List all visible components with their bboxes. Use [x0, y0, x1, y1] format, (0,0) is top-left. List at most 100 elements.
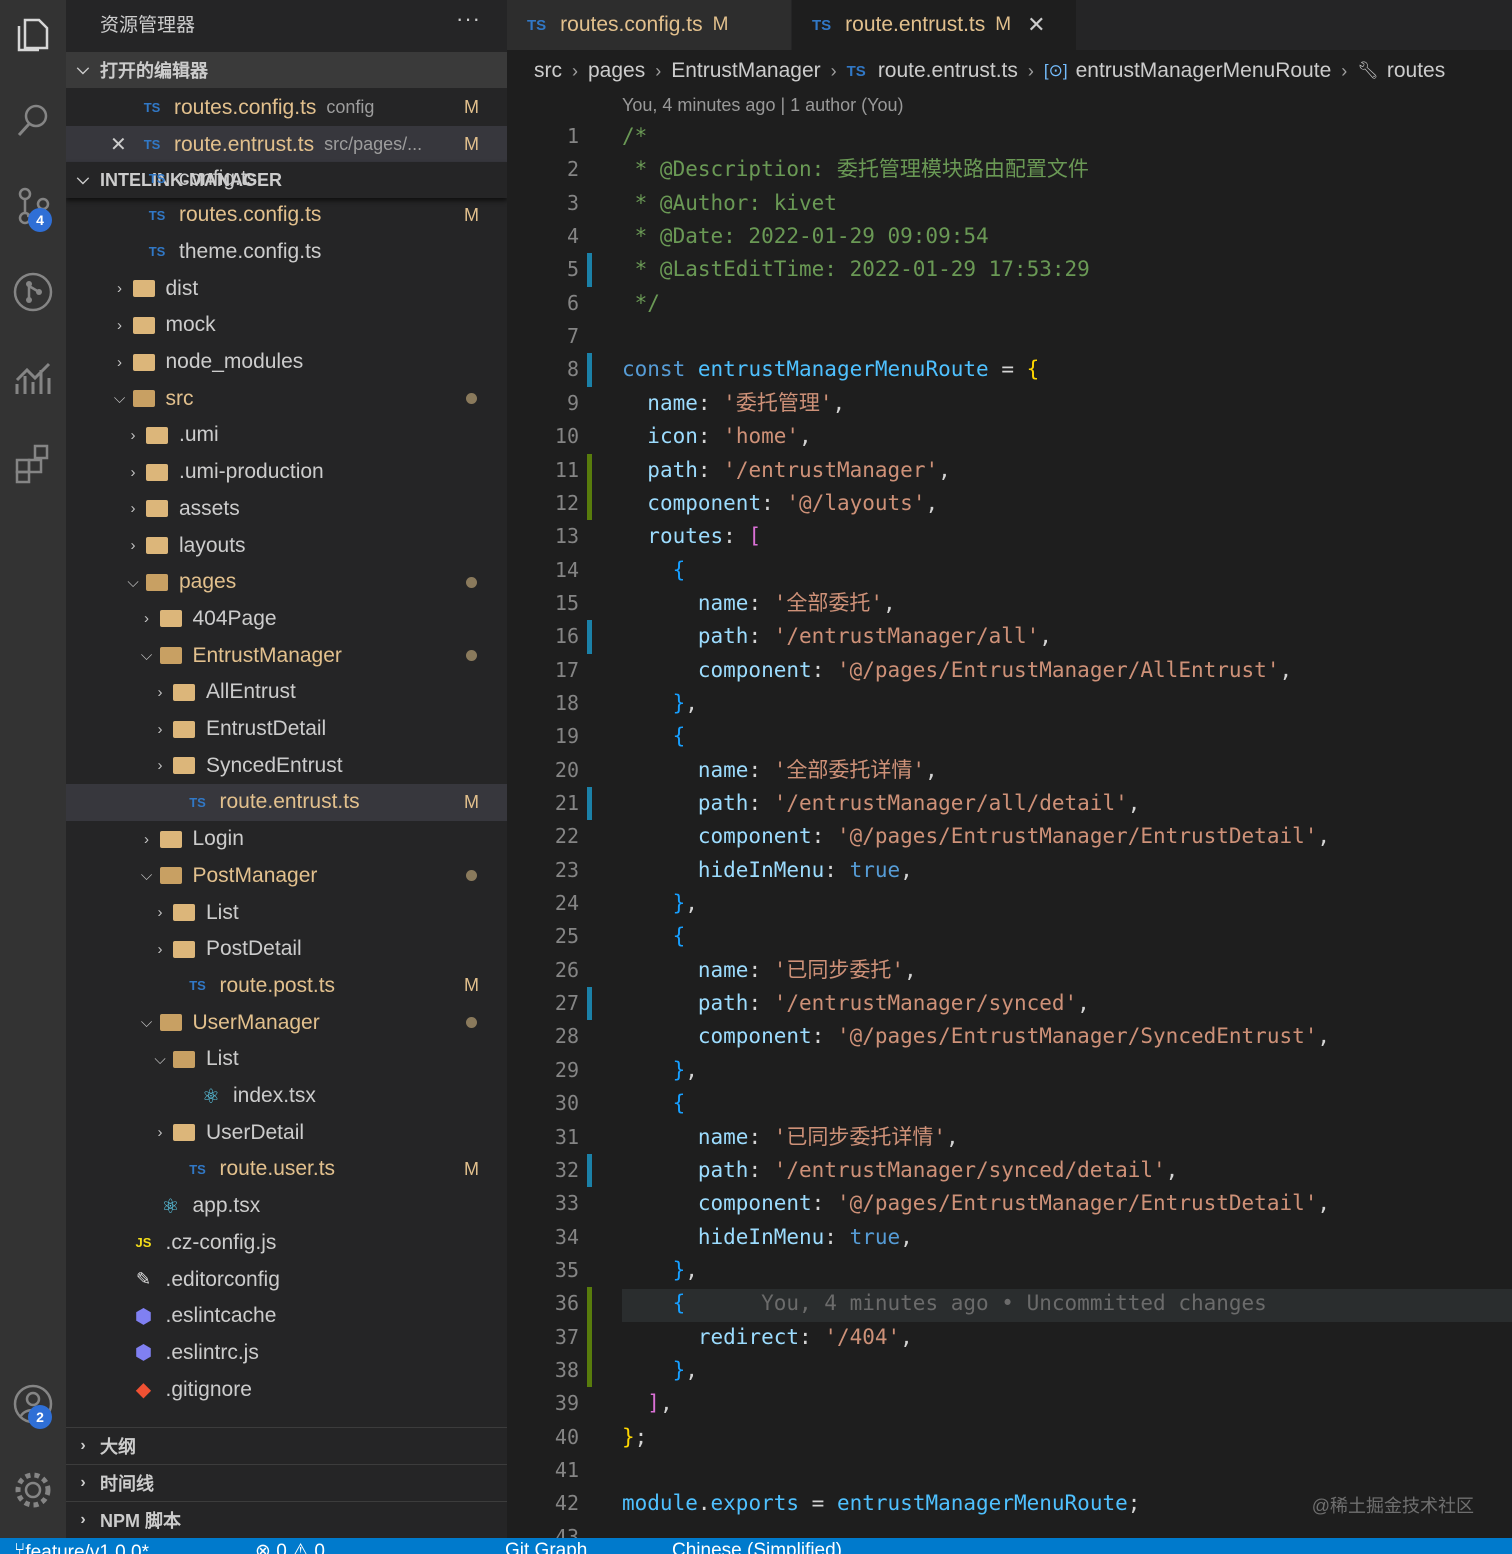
tree-folder[interactable]: ⌵ PostManager [66, 857, 507, 894]
folder-icon [173, 720, 195, 738]
tree-folder[interactable]: › PostDetail [66, 931, 507, 968]
diff-gutter-marker[interactable] [587, 253, 592, 287]
tree-file[interactable]: TS routes.config.ts M [66, 197, 507, 234]
tree-folder[interactable]: › EntrustDetail [66, 711, 507, 748]
git-graph-button[interactable]: Git Graph [505, 1540, 587, 1554]
close-icon[interactable]: ✕ [110, 132, 127, 157]
tree-file[interactable]: TS route.post.ts M [66, 967, 507, 1004]
line-number: 10 [554, 424, 579, 449]
tree-folder[interactable]: ⌵ pages [66, 564, 507, 601]
npm-scripts-label: NPM 脚本 [100, 1510, 181, 1531]
problems-indicator[interactable]: ⊗ 0 ⚠ 0 [255, 1540, 325, 1554]
more-actions-icon[interactable]: ··· [456, 6, 481, 32]
modified-dot [466, 650, 477, 662]
breadcrumb-item[interactable]: route.entrust.ts [878, 59, 1018, 83]
diff-gutter-marker[interactable] [587, 1287, 592, 1321]
tree-folder[interactable]: › dist [66, 270, 507, 307]
tab-routes-config[interactable]: TS routes.config.ts M [507, 0, 792, 50]
tree-file[interactable]: TS theme.config.ts [66, 233, 507, 270]
tree-file[interactable]: ⬢ .eslintcache [66, 1298, 507, 1335]
breadcrumb-item[interactable]: src [534, 59, 562, 83]
tree-item-label: route.user.ts [219, 1157, 336, 1181]
diff-gutter-marker[interactable] [587, 620, 592, 654]
chevron-right-icon: › [655, 60, 662, 81]
tree-file[interactable]: ⚛ app.tsx [66, 1188, 507, 1225]
tree-file[interactable]: TS config.ts [66, 160, 507, 197]
breadcrumb-item[interactable]: routes [1387, 59, 1445, 83]
git-graph-icon[interactable] [0, 252, 66, 332]
npm-scripts-section[interactable]: › NPM 脚本 [66, 1501, 507, 1537]
tree-item-label: dist [165, 276, 199, 300]
open-editor-item-active[interactable]: ✕ TS route.entrust.ts src/pages/... M [66, 126, 507, 163]
tree-folder[interactable]: › .umi [66, 417, 507, 454]
extensions-icon[interactable] [0, 424, 66, 504]
code-editor[interactable]: You, 4 minutes ago | 1 author (You) 1234… [507, 92, 1512, 1538]
source-control-icon[interactable] [0, 166, 66, 246]
tree-folder[interactable]: › assets [66, 490, 507, 527]
tree-folder[interactable]: › layouts [66, 527, 507, 564]
tab-route-entrust[interactable]: TS route.entrust.ts M ✕ [792, 0, 1076, 50]
tree-file[interactable]: ⚛ index.tsx [66, 1078, 507, 1115]
tree-item-label: UserDetail [206, 1120, 305, 1144]
codelens-author[interactable]: You, 4 minutes ago | 1 author (You) [622, 95, 904, 116]
diff-gutter-marker[interactable] [587, 1320, 592, 1354]
line-number: 8 [566, 357, 579, 382]
tree-file[interactable]: ◆ .gitignore [66, 1371, 507, 1408]
tree-file[interactable]: TS route.user.ts M [66, 1151, 507, 1188]
tree-folder[interactable]: › UserDetail [66, 1114, 507, 1151]
code-line: path: '/entrustManager/synced', [697, 991, 1090, 1016]
tree-folder[interactable]: › .umi-production [66, 454, 507, 491]
tree-folder[interactable]: › node_modules [66, 344, 507, 381]
diff-gutter-marker[interactable] [587, 1353, 592, 1388]
code-line: { You, 4 minutes ago • Uncommitted chang… [672, 1291, 1267, 1316]
tree-folder[interactable]: › Login [66, 821, 507, 858]
tree-folder[interactable]: ⌵ List [66, 1041, 507, 1078]
accounts-icon[interactable] [0, 1364, 66, 1444]
tree-file[interactable]: JS .cz-config.js [66, 1224, 507, 1261]
tree-folder[interactable]: ⌵ src [66, 380, 507, 417]
breadcrumb-item[interactable]: entrustManagerMenuRoute [1076, 59, 1332, 83]
language-indicator[interactable]: Chinese (Simplified) [672, 1540, 842, 1554]
explorer-icon[interactable] [0, 0, 66, 74]
diff-gutter-marker[interactable] [587, 353, 592, 387]
tree-folder[interactable]: › AllEntrust [66, 674, 507, 711]
diff-gutter-marker[interactable] [587, 987, 592, 1021]
diff-gutter-marker[interactable] [587, 787, 592, 821]
diff-gutter-marker[interactable] [587, 1153, 592, 1188]
code-line: name: '已同步委托详情', [697, 1124, 959, 1149]
folder-icon-wrap [143, 461, 171, 483]
search-icon[interactable] [0, 80, 66, 160]
tree-folder[interactable]: › List [66, 894, 507, 931]
tree-folder[interactable]: › SyncedEntrust [66, 747, 507, 784]
chevron-down-icon: ⌵ [140, 647, 153, 665]
branch-indicator[interactable]: ⑂ feature/v1.0.0* [14, 1540, 149, 1554]
tree-file[interactable]: ⬢ .eslintrc.js [66, 1334, 507, 1371]
diff-gutter-marker[interactable] [587, 486, 592, 521]
open-editors-header[interactable]: ⌵ 打开的编辑器 [66, 52, 507, 88]
diff-gutter-marker[interactable] [587, 453, 592, 487]
timeline-section[interactable]: › 时间线 [66, 1464, 507, 1500]
code-line: }; [622, 1424, 648, 1449]
chart-icon[interactable] [0, 338, 66, 418]
breadcrumb-item[interactable]: pages [588, 59, 645, 83]
tree-file[interactable]: ✎ .editorconfig [66, 1261, 507, 1298]
outline-section[interactable]: › 大纲 [66, 1427, 507, 1463]
breadcrumb: src › pages › EntrustManager › TS route.… [507, 50, 1512, 92]
tree-folder[interactable]: ⌵ UserManager [66, 1004, 507, 1041]
tree-folder[interactable]: › mock [66, 307, 507, 344]
breadcrumb-item[interactable]: EntrustManager [671, 59, 820, 83]
tree-file[interactable]: TS route.entrust.ts M [66, 783, 507, 821]
tab-label: route.entrust.ts [845, 13, 986, 36]
gear-icon[interactable] [0, 1450, 66, 1530]
variable-symbol-icon: [⊙] [1043, 61, 1068, 80]
chevron-right-icon: › [144, 830, 149, 848]
open-editor-item[interactable]: TS routes.config.ts config M [66, 89, 507, 126]
folder-icon-wrap [157, 645, 185, 667]
tree-folder[interactable]: › 404Page [66, 600, 507, 637]
folder-icon-wrap [170, 1048, 198, 1070]
tree-folder[interactable]: ⌵ EntrustManager [66, 637, 507, 674]
folder-icon-wrap [130, 351, 158, 373]
chevron-right-icon: › [572, 60, 578, 81]
close-icon[interactable]: ✕ [1027, 12, 1045, 38]
chevron-down-icon: ⌵ [154, 1050, 166, 1068]
